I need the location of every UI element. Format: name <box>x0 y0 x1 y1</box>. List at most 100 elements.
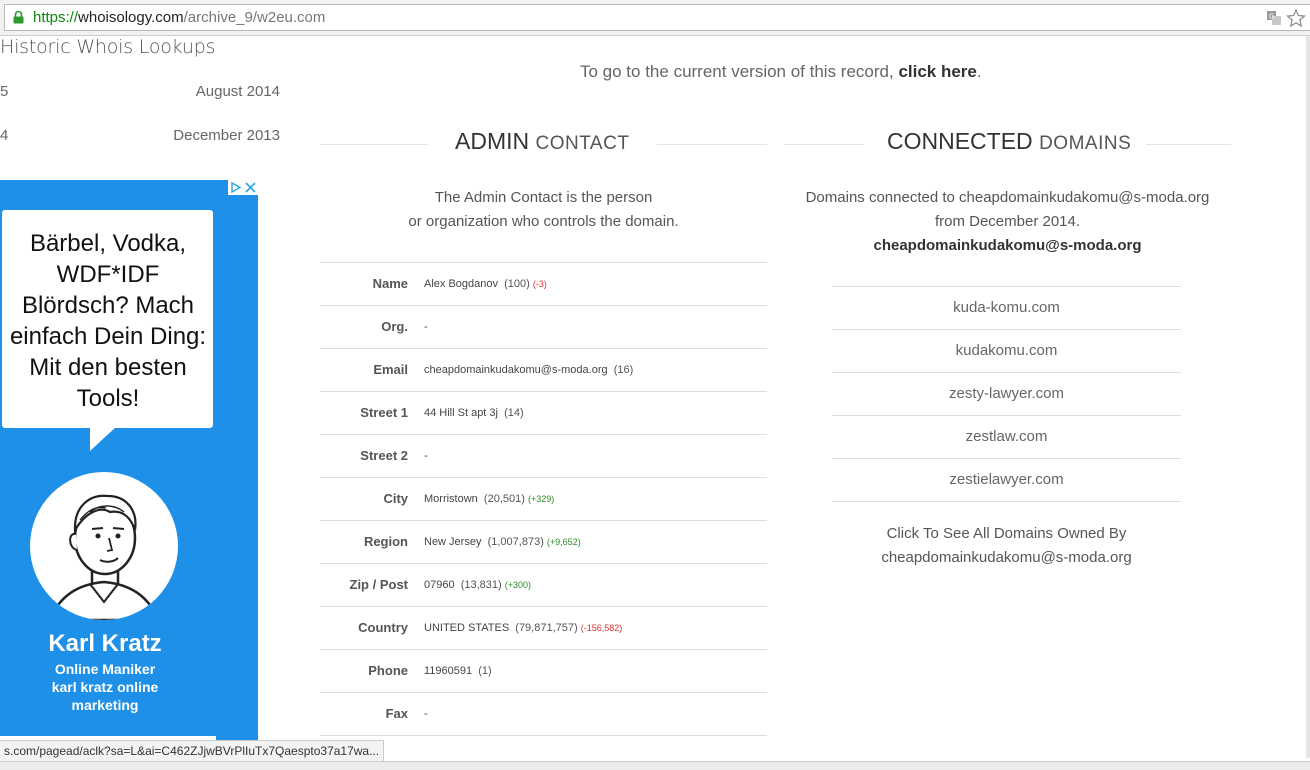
admin-contact-table: Name Alex Bogdanov (100) (-3) Org. - Email ch… <box>320 262 767 736</box>
ad-speech-bubble: Bärbel, Vodka, WDF*IDF Blördsch? Mach ei… <box>2 210 213 428</box>
contact-row: Org. - <box>320 305 767 348</box>
record-count: (100) <box>504 278 530 290</box>
contact-row: Name Alex Bogdanov (100) (-3) <box>320 262 767 305</box>
contact-field-label: City <box>383 491 408 506</box>
contact-field-label: Phone <box>368 663 408 678</box>
advertisement[interactable]: Bärbel, Vodka, WDF*IDF Blördsch? Mach ei… <box>0 180 258 742</box>
record-delta: (-156,582) <box>580 623 623 633</box>
contact-row: Zip / Post 07960 (13,831) (+300) <box>320 563 767 606</box>
record-delta: (+9,652) <box>546 537 581 547</box>
contact-field-label: Fax <box>385 706 408 721</box>
contact-field-value[interactable]: New Jersey (1,007,873) (+9,652) <box>424 536 581 548</box>
contact-row: Region New Jersey (1,007,873) (+9,652) <box>320 520 767 563</box>
record-delta: (+300) <box>504 580 532 590</box>
ad-avatar <box>30 472 178 620</box>
value-text: New Jersey <box>424 536 482 548</box>
domain-link[interactable]: zestlaw.com <box>832 415 1181 458</box>
contact-field-value[interactable]: 11960591 (1) <box>424 665 492 677</box>
contact-field-label: Name <box>372 276 408 291</box>
history-item[interactable]: 5 August 2014 <box>0 83 280 103</box>
contact-field-label: Street 1 <box>360 405 408 420</box>
ad-tagline-line: Online Maniker <box>54 661 156 677</box>
browser-toolbar: https://whoisology.com/archive_9/w2eu.co… <box>0 0 1310 36</box>
title-bold: CONNECTED <box>887 128 1033 154</box>
current-version-notice: To go to the current version of this rec… <box>580 62 982 82</box>
adchoices-icon[interactable] <box>228 180 258 195</box>
admin-contact-description: The Admin Contact is the person or organ… <box>320 186 767 234</box>
contact-row: Fax - <box>320 692 767 736</box>
ad-bubble-tail <box>90 427 116 451</box>
contact-field-value[interactable]: 07960 (13,831) (+300) <box>424 579 531 591</box>
contact-field-value[interactable]: UNITED STATES (79,871,757) (-156,582) <box>424 622 622 634</box>
click-here-link[interactable]: click here <box>898 62 976 81</box>
title-light: DOMAINS <box>1039 133 1132 154</box>
domain-link[interactable]: kuda-komu.com <box>832 286 1181 329</box>
contact-field-value[interactable]: cheapdomainkudakomu@s-moda.org (16) <box>424 364 633 376</box>
description-line: from December 2014. <box>934 213 1081 230</box>
value-text: cheapdomainkudakomu@s-moda.org <box>424 364 608 376</box>
value-text: 11960591 <box>424 665 473 677</box>
value-text: - <box>424 708 428 720</box>
contact-row: Country UNITED STATES (79,871,757) (-156,… <box>320 606 767 649</box>
divider <box>784 144 864 145</box>
scrollbar[interactable] <box>1306 36 1310 758</box>
description-line: or organization who controls the domain. <box>408 213 679 230</box>
connected-domains-description: Domains connected to cheapdomainkudakomu… <box>784 186 1231 258</box>
section-title: ADMIN CONTACT <box>455 128 629 155</box>
divider <box>320 144 428 145</box>
value-text: Morristown <box>424 493 478 505</box>
ad-tagline: Online Maniker karl kratz online marketi… <box>0 660 210 714</box>
divider <box>657 144 767 145</box>
value-text: 44 Hill St apt 3j <box>424 407 498 419</box>
contact-field-label: Zip / Post <box>349 577 409 592</box>
record-count: (14) <box>504 407 524 419</box>
translate-icon[interactable]: G <box>1266 10 1282 26</box>
connected-domains-heading: CONNECTED DOMAINS <box>784 128 1231 158</box>
contact-field-label: Country <box>358 620 408 635</box>
domain-link[interactable]: zesty-lawyer.com <box>832 372 1181 415</box>
svg-text:G: G <box>1269 13 1274 21</box>
address-bar[interactable]: https://whoisology.com/archive_9/w2eu.co… <box>4 4 1310 31</box>
record-count: (13,831) <box>460 579 502 591</box>
value-text: - <box>424 450 428 462</box>
url-text[interactable]: https://whoisology.com/archive_9/w2eu.co… <box>33 9 325 27</box>
value-text: UNITED STATES <box>424 622 510 634</box>
connected-email-link[interactable]: cheapdomainkudakomu@s-moda.org <box>784 234 1231 258</box>
contact-field-value[interactable]: Morristown (20,501) (+329) <box>424 493 554 505</box>
see-all-email[interactable]: cheapdomainkudakomu@s-moda.org <box>832 546 1181 570</box>
history-number: 5 <box>0 83 9 100</box>
historic-lookups-title: Historic Whois Lookups <box>0 36 216 58</box>
ad-advertiser-name: Karl Kratz <box>48 630 162 657</box>
divider <box>1146 144 1231 145</box>
title-light: CONTACT <box>535 133 630 154</box>
history-date[interactable]: August 2014 <box>196 83 280 100</box>
history-number: 4 <box>0 127 9 144</box>
record-count: (16) <box>613 364 634 376</box>
history-item[interactable]: 4 December 2013 <box>0 127 280 147</box>
record-count: (79,871,757) <box>515 622 578 634</box>
contact-field-label: Street 2 <box>360 448 408 463</box>
value-text: Alex Bogdanov <box>424 278 498 290</box>
status-url-tooltip: s.com/pagead/aclk?sa=L&ai=C462ZJjwBVrPlI… <box>0 740 385 763</box>
contact-row: City Morristown (20,501) (+329) <box>320 477 767 520</box>
record-count: (1,007,873) <box>487 536 544 548</box>
contact-row: Street 1 44 Hill St apt 3j (14) <box>320 391 767 434</box>
record-delta: (-3) <box>532 279 547 289</box>
contact-field-label: Org. <box>381 319 408 334</box>
domain-link[interactable]: kudakomu.com <box>832 329 1181 372</box>
bookmark-star-icon[interactable] <box>1286 8 1306 28</box>
section-title: CONNECTED DOMAINS <box>887 128 1131 155</box>
value-text: 07960 <box>424 579 455 591</box>
contact-row: Email cheapdomainkudakomu@s-moda.org (16) <box>320 348 767 391</box>
contact-field-value: - <box>424 321 428 333</box>
contact-field-value[interactable]: Alex Bogdanov (100) (-3) <box>424 278 547 290</box>
see-all-line[interactable]: Click To See All Domains Owned By <box>832 522 1181 546</box>
contact-row: Street 2 - <box>320 434 767 477</box>
title-bold: ADMIN <box>455 128 530 154</box>
contact-field-value[interactable]: 44 Hill St apt 3j (14) <box>424 407 524 419</box>
history-date[interactable]: December 2013 <box>173 127 280 144</box>
domain-link[interactable]: zestielawyer.com <box>832 458 1181 502</box>
description-line: Domains connected to cheapdomainkudakomu… <box>805 189 1210 206</box>
contact-field-label: Email <box>373 362 408 377</box>
see-all-domains-link[interactable]: Click To See All Domains Owned By cheapd… <box>832 522 1181 570</box>
